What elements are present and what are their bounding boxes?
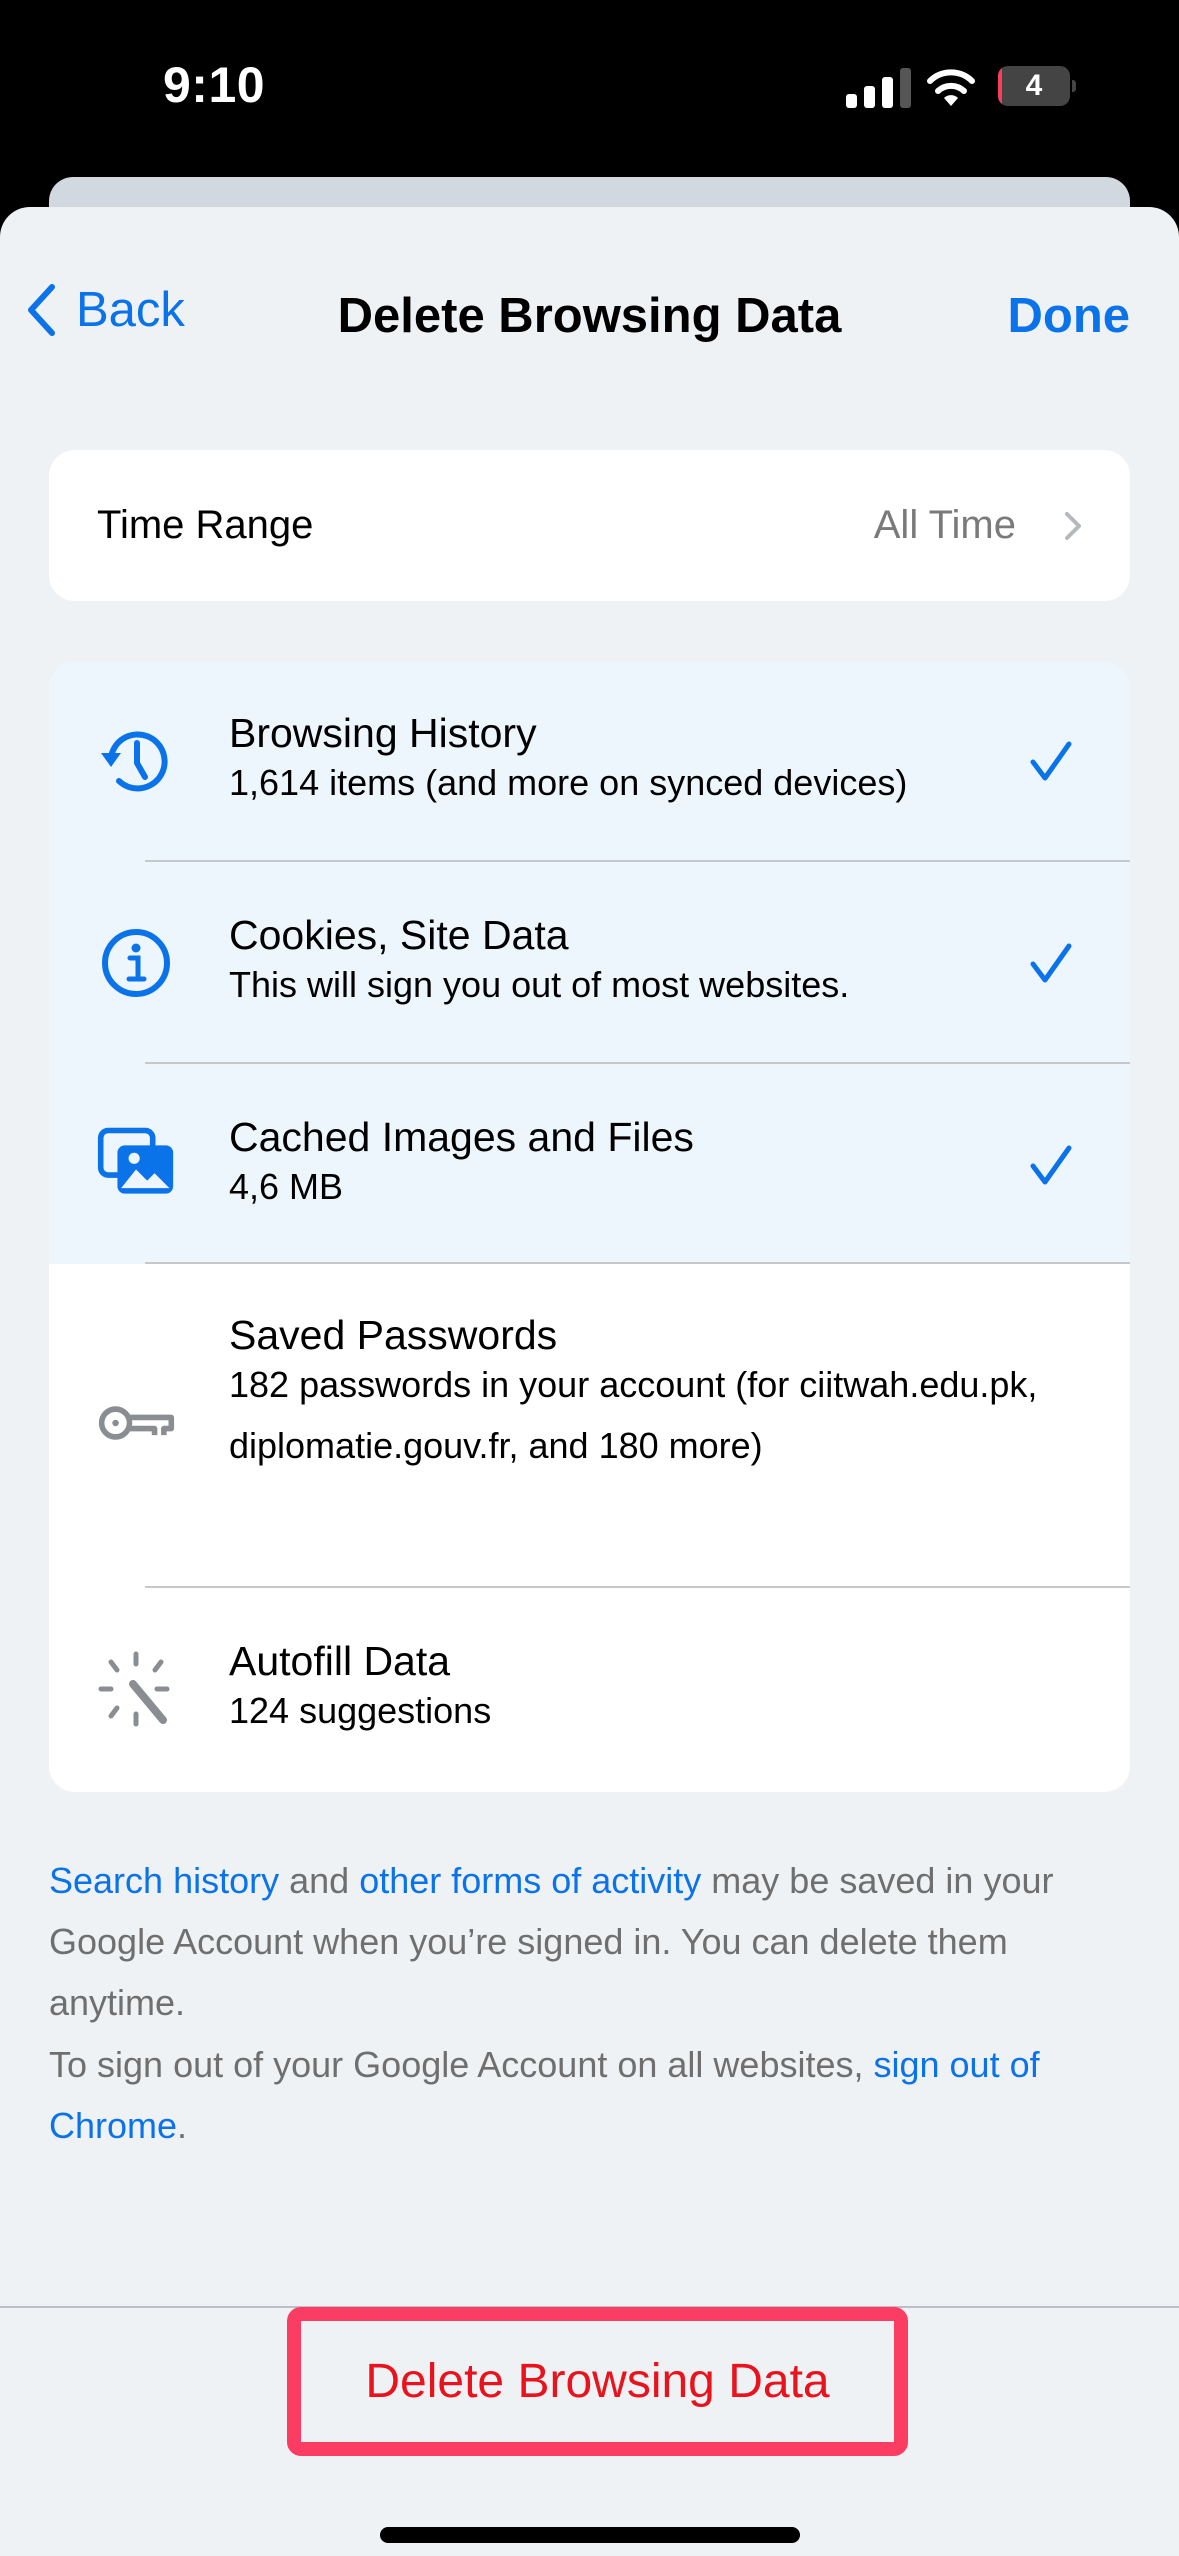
wifi-icon	[925, 66, 977, 108]
item-subtitle: 124 suggestions	[229, 1690, 492, 1731]
battery-icon: 4	[998, 66, 1076, 106]
item-title: Cached Images and Files	[229, 1114, 694, 1160]
item-title: Cookies, Site Data	[229, 912, 569, 958]
other-activity-link[interactable]: other forms of activity	[359, 1860, 701, 1901]
item-subtitle: 182 passwords in your account (for ciitw…	[229, 1364, 1038, 1466]
info-icon	[102, 929, 170, 997]
status-bar: 9:10 4	[0, 0, 1179, 175]
time-range-label: Time Range	[97, 503, 314, 547]
data-types-list: Browsing History 1,614 items (and more o…	[49, 662, 1130, 1792]
done-button[interactable]: Done	[1008, 288, 1131, 344]
page-title: Delete Browsing Data	[337, 289, 842, 343]
navigation-bar: Back Delete Browsing Data Done	[0, 252, 1179, 362]
sign-out-note: To sign out of your Google Account on al…	[49, 2034, 1130, 2156]
note-text: .	[177, 2105, 188, 2146]
chevron-right-icon	[1065, 511, 1081, 540]
list-item-autofill[interactable]: Autofill Data 124 suggestions	[49, 1588, 1130, 1792]
note-text: and	[279, 1860, 360, 1901]
list-item-cached-images[interactable]: Cached Images and Files 4,6 MB	[49, 1064, 1130, 1264]
checkmark-icon[interactable]	[1029, 740, 1073, 784]
home-indicator	[380, 2527, 800, 2543]
history-icon	[101, 731, 168, 792]
search-history-link[interactable]: Search history	[49, 1860, 279, 1901]
item-subtitle: This will sign you out of most websites.	[229, 964, 850, 1005]
list-item-saved-passwords[interactable]: Saved Passwords 182 passwords in your ac…	[49, 1264, 1130, 1588]
signal-icon	[846, 68, 912, 108]
autofill-wand-icon	[98, 1651, 170, 1727]
activity-note: Search history and other forms of activi…	[49, 1850, 1130, 2033]
item-subtitle: 4,6 MB	[229, 1166, 344, 1207]
checkmark-icon[interactable]	[1029, 1144, 1073, 1188]
status-time: 9:10	[163, 57, 266, 113]
item-title: Browsing History	[229, 710, 537, 756]
time-range-value: All Time	[873, 503, 1016, 547]
key-icon	[98, 1406, 175, 1440]
item-title: Autofill Data	[229, 1638, 451, 1684]
delete-browsing-data-sheet: Back Delete Browsing Data Done Time Rang…	[0, 207, 1179, 2556]
battery-level: 4	[1025, 69, 1043, 102]
item-subtitle: 1,614 items (and more on synced devices)	[229, 762, 908, 803]
list-item-cookies[interactable]: Cookies, Site Data This will sign you ou…	[49, 862, 1130, 1064]
item-title: Saved Passwords	[229, 1312, 558, 1358]
images-icon	[97, 1127, 174, 1194]
time-range-row[interactable]: Time Range All Time	[49, 450, 1130, 601]
delete-browsing-data-button[interactable]: Delete Browsing Data	[287, 2307, 908, 2456]
list-item-browsing-history[interactable]: Browsing History 1,614 items (and more o…	[49, 662, 1130, 862]
note-text: To sign out of your Google Account on al…	[49, 2044, 874, 2085]
checkmark-icon[interactable]	[1029, 942, 1073, 986]
